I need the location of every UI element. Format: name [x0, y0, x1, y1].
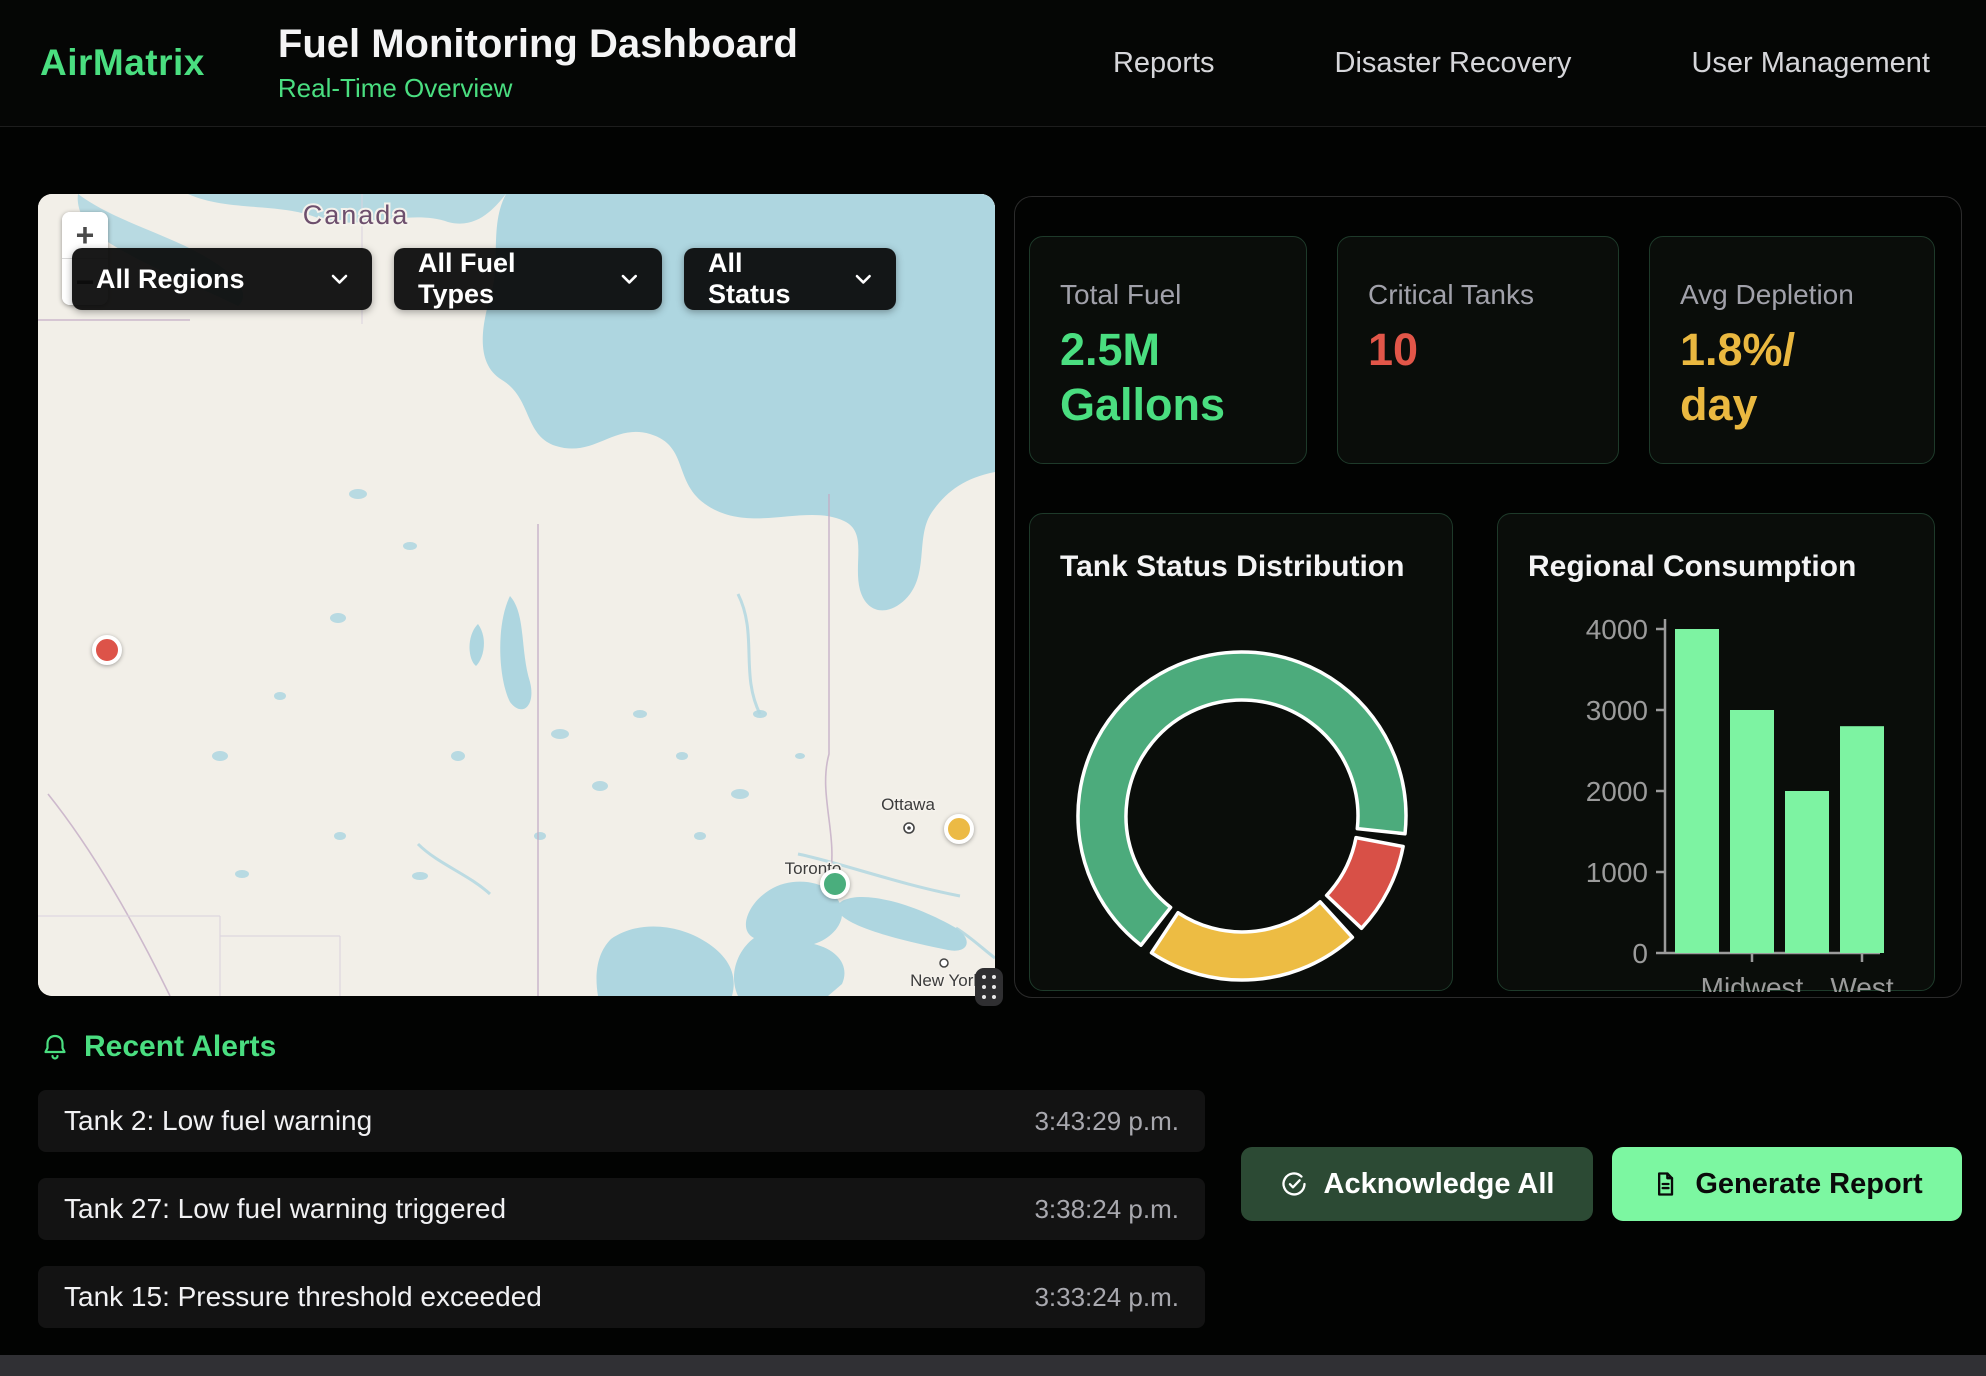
page-title: Fuel Monitoring Dashboard [278, 22, 798, 67]
consumption-bar [1785, 791, 1829, 953]
generate-report-label: Generate Report [1695, 1168, 1922, 1201]
alert-timestamp: 3:33:24 p.m. [1034, 1282, 1179, 1313]
consumption-bar [1840, 726, 1884, 953]
overview-panel: Total Fuel 2.5M Gallons Critical Tanks 1… [1014, 196, 1962, 998]
tank-status-card: Tank Status Distribution [1029, 513, 1453, 991]
stat-label: Total Fuel [1060, 279, 1306, 311]
recent-alerts-title: Recent Alerts [84, 1030, 276, 1064]
stat-card-critical-tanks: Critical Tanks 10 [1337, 236, 1619, 464]
regional-bar-svg: 0 1000 2000 3000 4000 Midwest West [1498, 514, 1936, 992]
map-canvas: Canada Ottawa Toronto New York [38, 194, 995, 996]
map-filter-bar: All Regions All Fuel Types All Status [72, 248, 896, 310]
tank-marker-critical[interactable] [92, 635, 122, 665]
fuel-type-filter-dropdown[interactable]: All Fuel Types [394, 248, 662, 310]
alert-timestamp: 3:38:24 p.m. [1034, 1194, 1179, 1225]
donut-segment-warning [1152, 902, 1353, 980]
region-filter-dropdown[interactable]: All Regions [72, 248, 372, 310]
stat-value: 1.8%/day [1680, 323, 1808, 433]
stat-label: Avg Depletion [1680, 279, 1934, 311]
stat-card-avg-depletion: Avg Depletion 1.8%/day [1649, 236, 1935, 464]
bar-x-tick: Midwest [1701, 972, 1804, 992]
map-label-ottawa: Ottawa [881, 795, 935, 814]
nav-item-user-management[interactable]: User Management [1691, 47, 1930, 80]
map-resize-handle[interactable] [975, 968, 1003, 1006]
app-header: AirMatrix Fuel Monitoring Dashboard Real… [0, 0, 1986, 127]
map-label-country: Canada [303, 200, 410, 230]
alert-row[interactable]: Tank 2: Low fuel warning 3:43:29 p.m. [38, 1090, 1205, 1152]
fuel-map[interactable]: Canada Ottawa Toronto New York + − All R… [38, 194, 995, 996]
consumption-bar [1675, 629, 1719, 953]
chevron-down-icon [621, 274, 638, 285]
alert-timestamp: 3:43:29 p.m. [1034, 1106, 1179, 1137]
alert-row[interactable]: Tank 15: Pressure threshold exceeded 3:3… [38, 1266, 1205, 1328]
donut-segment-critical [1327, 838, 1404, 929]
acknowledge-all-button[interactable]: Acknowledge All [1241, 1147, 1593, 1221]
status-filter-dropdown[interactable]: All Status [684, 248, 896, 310]
bottom-partial-row [0, 1355, 1986, 1376]
fuel-type-filter-value: All Fuel Types [418, 248, 595, 310]
alert-message: Tank 27: Low fuel warning triggered [64, 1193, 506, 1225]
document-icon [1651, 1170, 1679, 1198]
bar-y-tick: 2000 [1586, 776, 1648, 807]
region-filter-value: All Regions [96, 264, 245, 295]
alert-message: Tank 2: Low fuel warning [64, 1105, 372, 1137]
regional-consumption-card: Regional Consumption 01000200030004000Mi… [1497, 513, 1935, 991]
page-subtitle: Real-Time Overview [278, 73, 798, 104]
bar-y-tick: 3000 [1586, 695, 1648, 726]
recent-alerts-heading: Recent Alerts [40, 1030, 276, 1064]
stat-card-total-fuel: Total Fuel 2.5M Gallons [1029, 236, 1307, 464]
bar-y-tick: 0 [1632, 938, 1648, 969]
acknowledge-all-label: Acknowledge All [1324, 1168, 1555, 1201]
map-label-new-york: New York [910, 971, 982, 990]
bar-x-tick: West [1830, 972, 1893, 992]
main-nav: Reports Disaster Recovery User Managemen… [1113, 47, 1930, 80]
stat-value: 10 [1368, 323, 1618, 378]
bar-y-tick: 4000 [1586, 614, 1648, 645]
title-block: Fuel Monitoring Dashboard Real-Time Over… [278, 22, 798, 104]
chevron-down-icon [855, 274, 872, 285]
bar-y-tick: 1000 [1586, 857, 1648, 888]
tank-marker-normal[interactable] [820, 869, 850, 899]
generate-report-button[interactable]: Generate Report [1612, 1147, 1962, 1221]
bell-icon [40, 1032, 70, 1062]
alert-message: Tank 15: Pressure threshold exceeded [64, 1281, 542, 1313]
nav-item-reports[interactable]: Reports [1113, 47, 1215, 80]
tank-status-donut [1030, 514, 1454, 992]
alert-row[interactable]: Tank 27: Low fuel warning triggered 3:38… [38, 1178, 1205, 1240]
brand-logo: AirMatrix [40, 42, 205, 84]
consumption-bar [1730, 710, 1774, 953]
tank-marker-warning[interactable] [944, 814, 974, 844]
stat-label: Critical Tanks [1368, 279, 1618, 311]
stat-value: 2.5M Gallons [1060, 323, 1260, 433]
chevron-down-icon [331, 274, 348, 285]
nav-item-disaster-recovery[interactable]: Disaster Recovery [1335, 47, 1572, 80]
check-circle-icon [1280, 1170, 1308, 1198]
status-filter-value: All Status [708, 248, 829, 310]
